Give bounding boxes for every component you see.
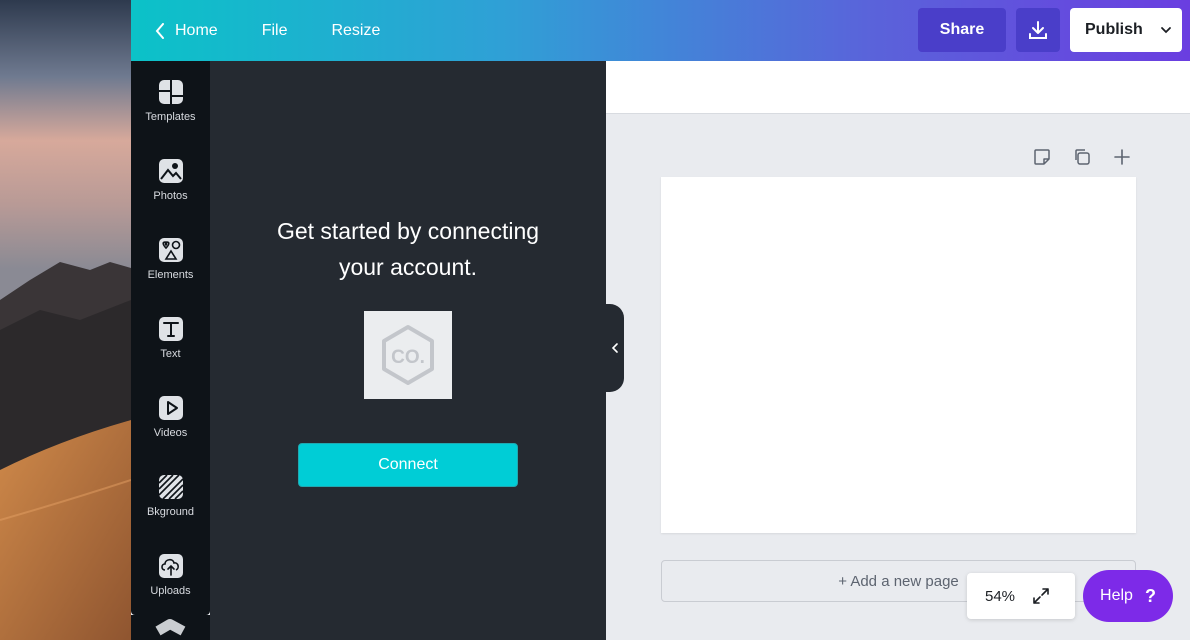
expand-icon[interactable] bbox=[1031, 586, 1051, 606]
elements-icon bbox=[158, 237, 183, 262]
share-button[interactable]: Share bbox=[918, 8, 1006, 52]
add-note-icon[interactable] bbox=[1032, 147, 1052, 167]
publish-button[interactable]: Publish bbox=[1070, 8, 1182, 52]
publish-label: Publish bbox=[1085, 21, 1143, 38]
templates-icon bbox=[158, 79, 183, 104]
page-tools bbox=[1032, 147, 1132, 167]
rail-item-elements[interactable]: Elements bbox=[131, 219, 210, 298]
question-mark-icon: ? bbox=[1144, 585, 1156, 606]
connect-message: Get started by connecting your account. bbox=[210, 213, 606, 285]
duplicate-page-icon[interactable] bbox=[1072, 147, 1092, 167]
rail-item-uploads[interactable]: Uploads bbox=[131, 535, 210, 614]
videos-icon bbox=[158, 395, 183, 420]
connect-message-line2: your account. bbox=[338, 254, 478, 280]
rail-item-label: Templates bbox=[145, 110, 196, 123]
side-rail: Templates Photos Elements Text Videos Bk… bbox=[131, 61, 210, 615]
canvas-area: + Add a new page 54% bbox=[606, 61, 1190, 640]
connect-button[interactable]: Connect bbox=[298, 443, 518, 487]
rail-item-label: Uploads bbox=[150, 584, 191, 597]
top-bar: Home File Resize Share Publish bbox=[131, 0, 1190, 61]
zoom-level[interactable]: 54% bbox=[985, 588, 1015, 605]
resize-button[interactable]: Resize bbox=[309, 0, 402, 61]
rail-item-label: Text bbox=[160, 347, 181, 360]
add-page-icon[interactable] bbox=[1112, 147, 1132, 167]
design-page[interactable] bbox=[661, 177, 1136, 533]
home-button[interactable]: Home bbox=[131, 0, 240, 61]
rail-item-label: Bkground bbox=[146, 505, 195, 518]
more-apps-icon[interactable] bbox=[131, 615, 210, 640]
uploads-icon bbox=[158, 553, 183, 578]
app-logo: CO. bbox=[364, 311, 452, 399]
chevron-left-icon bbox=[155, 22, 164, 39]
help-label: Help bbox=[1100, 587, 1133, 604]
rail-item-videos[interactable]: Videos bbox=[131, 377, 210, 456]
rail-item-background[interactable]: Bkground bbox=[131, 456, 210, 535]
chevron-down-icon[interactable] bbox=[1160, 24, 1172, 36]
connect-message-line1: Get started by connecting bbox=[276, 218, 540, 244]
app-logo-text: CO. bbox=[391, 347, 425, 368]
rail-item-label: Photos bbox=[153, 189, 188, 202]
chevron-left-icon bbox=[611, 343, 618, 353]
help-button[interactable]: Help ? bbox=[1083, 570, 1173, 622]
background-icon bbox=[157, 473, 184, 500]
connect-panel: Get started by connecting your account. … bbox=[210, 61, 606, 640]
file-menu-button[interactable]: File bbox=[240, 0, 310, 61]
rail-item-photos[interactable]: Photos bbox=[131, 140, 210, 219]
photos-icon bbox=[158, 158, 183, 183]
download-button[interactable] bbox=[1016, 8, 1060, 52]
home-label: Home bbox=[175, 21, 218, 39]
collapse-panel-tab[interactable] bbox=[606, 304, 624, 392]
desktop-wallpaper bbox=[0, 0, 131, 640]
download-icon bbox=[1029, 21, 1047, 39]
rail-item-label: Videos bbox=[153, 426, 188, 439]
text-icon bbox=[158, 316, 183, 341]
canvas-toolbar bbox=[606, 61, 1190, 114]
rail-overflow bbox=[131, 615, 210, 640]
rail-item-text[interactable]: Text bbox=[131, 298, 210, 377]
rail-item-label: Elements bbox=[147, 268, 194, 281]
zoom-control[interactable]: 54% bbox=[967, 573, 1075, 619]
rail-item-templates[interactable]: Templates bbox=[131, 61, 210, 140]
